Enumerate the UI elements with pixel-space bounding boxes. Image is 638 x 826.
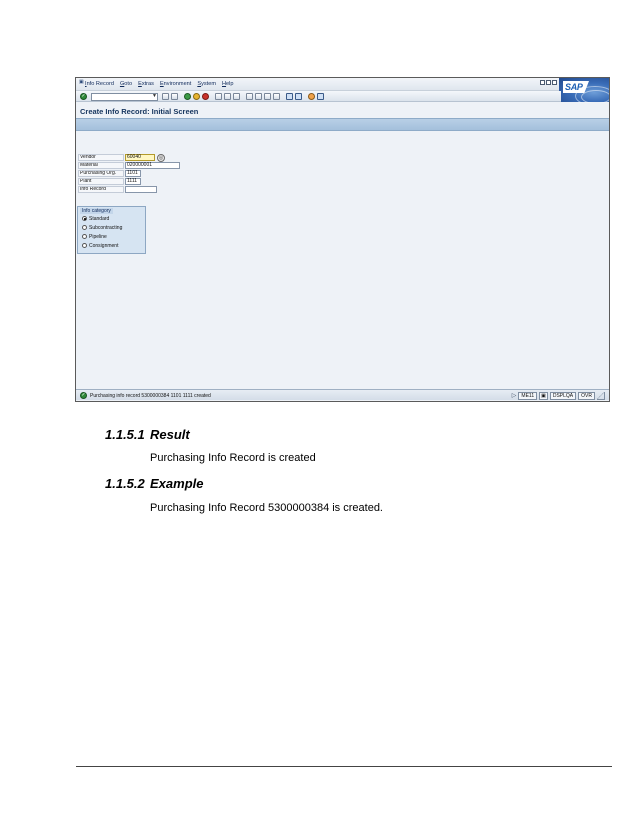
success-icon: ✓ (80, 392, 87, 399)
field-row-info-record: Info Record (78, 186, 163, 193)
value-help-icon[interactable]: ◎ (157, 153, 165, 162)
menu-help[interactable]: Help (222, 81, 234, 87)
enter-icon[interactable]: ✓ (80, 93, 87, 100)
help-icon[interactable] (308, 93, 315, 100)
back-nav-icon[interactable] (162, 93, 169, 100)
menu-system[interactable]: System (197, 81, 216, 87)
purchasing-org-label: Purchasing Org. (78, 170, 124, 177)
vendor-input[interactable]: 60040 (125, 154, 155, 161)
radio-label: Standard (89, 215, 110, 222)
info-category-title: Info category (80, 208, 113, 214)
section-heading-result: 1.1.5.1 Result (105, 427, 190, 442)
sap-screenshot: ▣ Info Record Goto Extras Environment Sy… (75, 77, 610, 402)
play-icon[interactable]: ▷ (512, 392, 517, 399)
standard-toolbar: ✓ ▼ (76, 91, 561, 102)
menu-environment[interactable]: Environment (160, 81, 191, 87)
radio-label: Subcontracting (89, 224, 123, 231)
menu-bar: ▣ Info Record Goto Extras Environment Sy… (76, 78, 609, 91)
status-bar: ✓ Purchasing info record 5300000384 1101… (76, 389, 609, 400)
exit-icon[interactable] (193, 93, 200, 100)
status-message: Purchasing info record 5300000384 1101 1… (90, 392, 211, 399)
screen-content: Vendor 60040 ◎ Material 020000001 Purcha… (76, 132, 609, 388)
radio-button[interactable] (82, 225, 87, 230)
logo-wave (581, 90, 609, 104)
new-session-icon[interactable] (286, 93, 293, 100)
system-name: DSPLQA (549, 391, 577, 400)
plant-input[interactable]: 1111 (125, 178, 141, 185)
page-title: Create Info Record: Initial Screen (80, 107, 199, 116)
purchasing-org-input[interactable]: 1101 (125, 170, 141, 177)
transaction-code: ME11 (518, 391, 538, 400)
info-record-input[interactable] (125, 186, 157, 193)
radio-button[interactable] (82, 234, 87, 239)
session-icon[interactable]: ▣ (539, 391, 548, 400)
previous-page-icon[interactable] (255, 93, 262, 100)
menu-info-record[interactable]: Info Record (85, 81, 114, 87)
radio-consignment[interactable]: Consignment (82, 242, 118, 249)
layout-menu-icon[interactable] (317, 93, 324, 100)
section-title: Result (150, 427, 190, 442)
field-row-vendor: Vendor 60040 ◎ (78, 153, 168, 162)
footer-rule (76, 766, 612, 767)
section-heading-example: 1.1.5.2 Example (105, 476, 203, 491)
info-category-group: Info category Standard Subcontracting Pi… (77, 206, 146, 254)
command-field[interactable] (91, 92, 158, 101)
section-title: Example (150, 476, 204, 491)
next-page-icon[interactable] (264, 93, 271, 100)
radio-pipeline[interactable]: Pipeline (82, 233, 107, 240)
maximize-icon[interactable] (546, 80, 551, 85)
vendor-label: Vendor (78, 154, 124, 161)
system-menu-icon[interactable]: ▣ (79, 79, 84, 85)
example-text: Purchasing Info Record 5300000384 is cre… (150, 502, 383, 514)
radio-subcontracting[interactable]: Subcontracting (82, 224, 122, 231)
chevron-down-icon[interactable]: ▼ (152, 93, 157, 99)
find-next-icon[interactable] (233, 93, 240, 100)
close-icon[interactable] (552, 80, 557, 85)
field-row-plant: Plant 1111 (78, 178, 148, 185)
field-row-material: Material 020000001 (78, 162, 183, 169)
radio-button[interactable] (82, 243, 87, 248)
radio-button[interactable] (82, 216, 87, 221)
menu-list: Info Record Goto Extras Environment Syst… (85, 81, 234, 87)
menu-goto[interactable]: Goto (120, 81, 132, 87)
radio-label: Pipeline (89, 233, 107, 240)
logo-text: SAP (565, 82, 583, 92)
status-fields: ▷ ME11 ▣ DSPLQA OVR (512, 391, 605, 400)
plant-label: Plant (78, 178, 124, 185)
shortcut-icon[interactable] (295, 93, 302, 100)
insert-mode[interactable]: OVR (578, 391, 595, 400)
back-icon[interactable] (184, 93, 191, 100)
find-icon[interactable] (224, 93, 231, 100)
last-page-icon[interactable] (273, 93, 280, 100)
first-page-icon[interactable] (246, 93, 253, 100)
result-text: Purchasing Info Record is created (150, 452, 316, 464)
radio-standard[interactable]: Standard (82, 215, 109, 222)
section-number: 1.1.5.1 (105, 427, 145, 442)
print-icon[interactable] (215, 93, 222, 100)
window-controls (540, 80, 557, 85)
info-record-label: Info Record (78, 186, 124, 193)
radio-label: Consignment (89, 242, 119, 249)
menu-extras[interactable]: Extras (138, 81, 154, 87)
minimize-icon[interactable] (540, 80, 545, 85)
save-icon[interactable] (171, 93, 178, 100)
sap-logo: SAP (559, 78, 609, 106)
section-number: 1.1.5.2 (105, 476, 145, 491)
cancel-icon[interactable] (202, 93, 209, 100)
title-bar: Create Info Record: Initial Screen (76, 103, 609, 119)
material-label: Material (78, 162, 124, 169)
resize-grip-icon[interactable] (597, 391, 605, 400)
application-toolbar (76, 118, 609, 131)
field-row-purchasing-org: Purchasing Org. 1101 (78, 170, 148, 177)
material-input[interactable]: 020000001 (125, 162, 180, 169)
